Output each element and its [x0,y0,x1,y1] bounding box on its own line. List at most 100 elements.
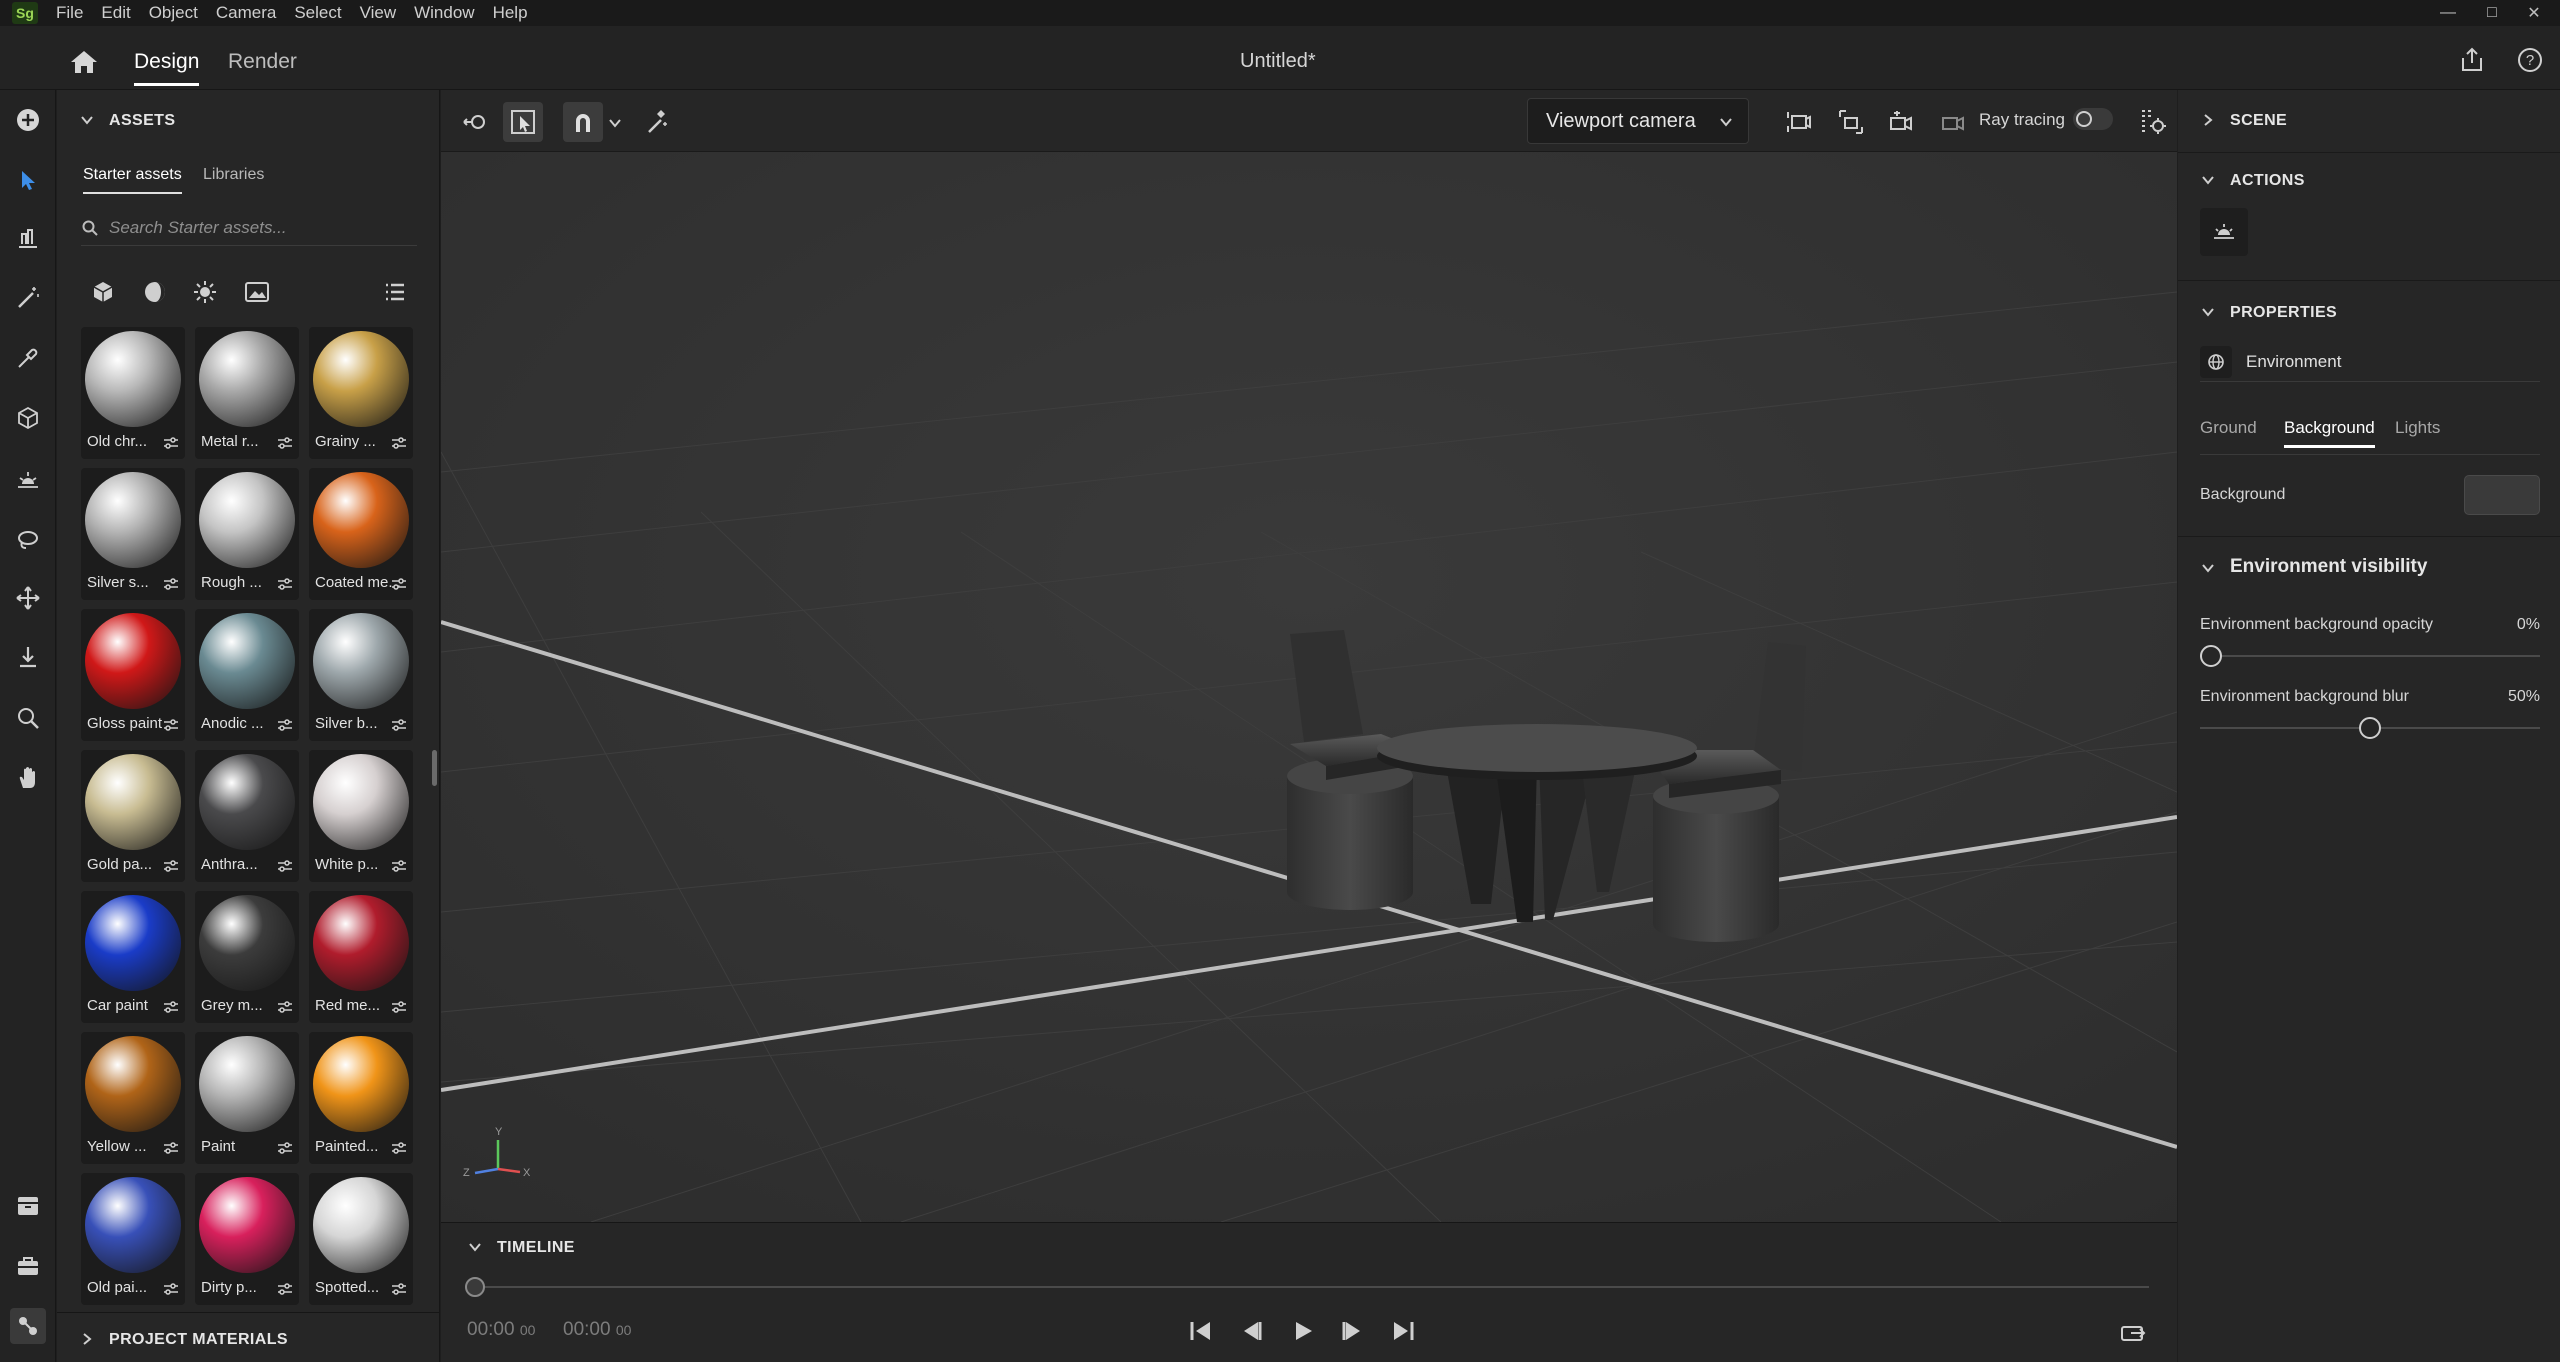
menu-camera[interactable]: Camera [216,3,276,23]
tab-lights[interactable]: Lights [2395,418,2440,438]
home-icon[interactable] [68,48,100,76]
select-arrow-icon[interactable] [10,162,46,198]
adjust-icon[interactable] [277,436,293,450]
adjust-icon[interactable] [163,1282,179,1296]
maximize-icon[interactable]: □ [2472,0,2512,26]
background-color-swatch[interactable] [2464,475,2540,515]
asset-tile[interactable]: Anodic ... [195,609,299,741]
stage-icon[interactable] [10,220,46,256]
asset-tile[interactable]: Grainy ... [309,327,413,459]
menu-select[interactable]: Select [294,3,341,23]
opacity-slider-track[interactable] [2200,655,2540,657]
asset-tile[interactable]: Silver b... [309,609,413,741]
play-icon[interactable] [1287,1315,1319,1347]
move-icon[interactable] [10,580,46,616]
adjust-icon[interactable] [163,436,179,450]
menu-object[interactable]: Object [149,3,198,23]
chevron-down-icon[interactable] [2200,560,2216,576]
adjust-icon[interactable] [277,718,293,732]
close-icon[interactable]: ✕ [2514,0,2554,26]
skip-to-end-icon[interactable] [1387,1315,1419,1347]
tab-libraries[interactable]: Libraries [203,166,264,184]
asset-tile[interactable]: Dirty p... [195,1173,299,1305]
list-view-icon[interactable] [381,278,409,306]
graph-icon[interactable] [10,1308,46,1344]
drop-to-ground-icon[interactable] [10,640,46,676]
camera-bookmark-icon[interactable] [1881,102,1921,142]
sun-icon[interactable] [10,462,46,498]
adjust-icon[interactable] [391,577,407,591]
asset-tile[interactable]: Spotted... [309,1173,413,1305]
search-input[interactable] [109,217,409,238]
asset-tile[interactable]: Gold pa... [81,750,185,882]
adjust-icon[interactable] [277,577,293,591]
asset-tile[interactable]: Metal r... [195,327,299,459]
chevron-down-icon[interactable] [2200,172,2216,188]
asset-tile[interactable]: Grey m... [195,891,299,1023]
environment-row[interactable]: Environment [2200,342,2540,382]
snap-icon[interactable] [563,102,603,142]
skip-to-start-icon[interactable] [1185,1315,1217,1347]
asset-tile[interactable]: Coated me... [309,468,413,600]
cube-icon[interactable] [10,400,46,436]
adjust-icon[interactable] [163,1141,179,1155]
archive-icon[interactable] [10,1188,46,1224]
asset-tile[interactable]: Silver s... [81,468,185,600]
blur-slider-thumb[interactable] [2359,717,2381,739]
asset-tile[interactable]: Paint [195,1032,299,1164]
asset-tile[interactable]: Old pai... [81,1173,185,1305]
camera-frame-icon[interactable] [1831,102,1871,142]
chevron-down-icon[interactable] [607,116,623,130]
adjust-icon[interactable] [391,718,407,732]
tab-design[interactable]: Design [134,50,200,86]
adjust-icon[interactable] [277,1282,293,1296]
asset-tile[interactable]: Old chr... [81,327,185,459]
asset-tile[interactable]: Rough ... [195,468,299,600]
adjust-icon[interactable] [163,859,179,873]
chevron-right-icon[interactable] [2200,112,2216,128]
environment-action-button[interactable] [2200,208,2248,256]
asset-tile[interactable]: White p... [309,750,413,882]
camera-sync-icon[interactable] [1933,102,1973,142]
light-icon[interactable] [191,278,219,306]
share-icon[interactable] [2458,46,2486,74]
project-materials-section[interactable]: PROJECT MATERIALS [57,1312,440,1362]
render-settings-icon[interactable] [2133,102,2173,142]
export-animation-icon[interactable] [2117,1315,2149,1347]
asset-tile[interactable]: Gloss paint [81,609,185,741]
tab-render[interactable]: Render [228,50,297,74]
asset-tile[interactable]: Yellow ... [81,1032,185,1164]
adjust-icon[interactable] [391,859,407,873]
adjust-icon[interactable] [163,577,179,591]
adjust-icon[interactable] [163,718,179,732]
adjust-icon[interactable] [277,1141,293,1155]
asset-tile[interactable]: Painted... [309,1032,413,1164]
chevron-right-icon[interactable] [79,1331,95,1347]
help-icon[interactable]: ? [2516,46,2544,74]
frame-scene-icon[interactable] [455,102,495,142]
timeline-playhead[interactable] [465,1277,485,1297]
step-back-icon[interactable] [1235,1315,1267,1347]
chevron-down-icon[interactable] [79,112,95,128]
magic-wand-icon[interactable] [10,280,46,316]
menu-help[interactable]: Help [493,3,528,23]
image-icon[interactable] [243,278,271,306]
menu-edit[interactable]: Edit [101,3,130,23]
camera-add-icon[interactable] [1779,102,1819,142]
minimize-icon[interactable]: — [2428,0,2468,26]
adjust-icon[interactable] [277,859,293,873]
select-mode-icon[interactable] [503,102,543,142]
adjust-icon[interactable] [391,436,407,450]
chevron-down-icon[interactable] [2200,304,2216,320]
tab-background[interactable]: Background [2284,418,2375,448]
camera-select[interactable]: Viewport camera [1527,98,1749,144]
timeline-track[interactable] [475,1286,2149,1288]
asset-tile[interactable]: Red me... [309,891,413,1023]
scene-canvas[interactable]: Y X Z [441,152,2177,1222]
lasso-icon[interactable] [10,522,46,558]
adjust-icon[interactable] [277,1000,293,1014]
adjust-icon[interactable] [391,1141,407,1155]
asset-tile[interactable]: Anthra... [195,750,299,882]
eyedropper-icon[interactable] [10,340,46,376]
scrollbar[interactable] [432,750,437,786]
